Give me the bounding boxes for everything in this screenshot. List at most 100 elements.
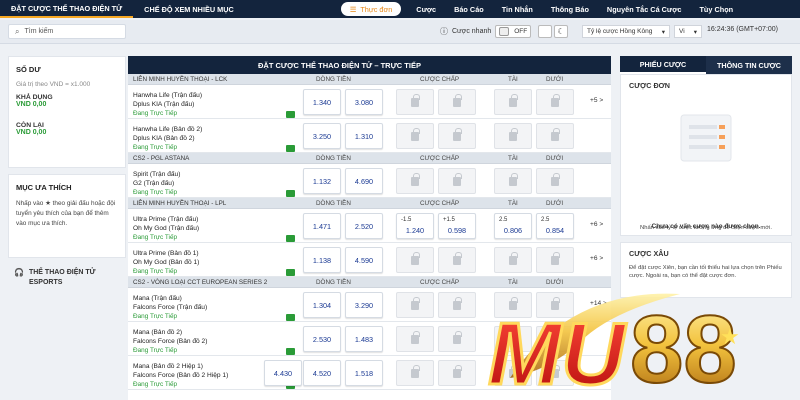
odds-button[interactable]: +1.5 0.598 <box>438 213 476 239</box>
top-navigation: ĐẶT CƯỢC THỂ THAO ĐIỆN TỬ CHẾ ĐỘ XEM NHI… <box>0 0 800 18</box>
odds-button[interactable]: 4.690 <box>345 168 383 194</box>
live-stream-icon[interactable] <box>286 269 295 276</box>
more-markets-link[interactable]: +5 > <box>590 97 603 104</box>
menu-icon: ☰ <box>349 4 357 14</box>
league-header[interactable]: CS2 - PGL ASTANA DÒNG TIỀN CƯỢC CHẤP TÀI DƯỚ… <box>128 153 611 164</box>
locked-odds <box>494 247 532 273</box>
favorites-title: MỤC ƯA THÍCH <box>16 183 72 192</box>
handicap-line: 2.5 <box>541 217 550 223</box>
locked-odds <box>536 247 574 273</box>
lock-icon <box>411 172 420 186</box>
league-name: CS2 - PGL ASTANA <box>133 154 190 162</box>
balance-title: SỐ DƯ <box>16 65 41 74</box>
nav-reports[interactable]: Báo Cáo <box>445 5 493 14</box>
odds-button[interactable]: 4.430 <box>264 360 302 386</box>
search-input[interactable]: ⌕ Tìm kiếm <box>8 24 126 39</box>
locked-odds <box>396 292 434 318</box>
column-header: DƯỚI <box>546 199 564 207</box>
clock: 16:24:36 (GMT+07:00) <box>707 26 779 33</box>
odds-button[interactable]: 3.290 <box>345 292 383 318</box>
odds-button[interactable]: 1.132 <box>303 168 341 194</box>
single-bet-hint: Nhấn vào tỷ lệ cược tương ứng để chọn cư… <box>640 225 772 231</box>
quick-bet-toggle[interactable]: OFF <box>495 25 532 38</box>
nav-rules[interactable]: Nguyên Tắc Cá Cược <box>598 5 691 14</box>
league-header[interactable]: LIÊN MINH HUYỀN THOẠI - LPL DÒNG TIỀN CƯỢC… <box>128 198 611 209</box>
single-bet-card: CƯỢC ĐƠN Chưa có vấn cược nào được chọn. <box>620 74 792 236</box>
quick-bet: ⓘ Cược nhanh OFF <box>440 25 532 38</box>
league-header[interactable]: LIÊN MINH HUYỀN THOẠI - LCK DÒNG TIỀN CƯỢC… <box>128 74 611 85</box>
language-select[interactable]: Vi ▾ <box>674 25 702 38</box>
odds-button[interactable]: 2.5 0.854 <box>536 213 574 239</box>
toggle-knob <box>499 27 510 36</box>
odds-button[interactable]: 4.520 <box>303 360 341 386</box>
lock-icon <box>411 296 420 310</box>
toolbar: ⌕ Tìm kiếm ⓘ Cược nhanh OFF ☾ Tỷ lệ cược… <box>0 20 800 44</box>
live-stream-icon[interactable] <box>286 145 295 152</box>
more-markets-link[interactable]: +6 > <box>590 255 603 262</box>
lock-icon <box>453 251 462 265</box>
remaining-label: CÒN LẠI <box>16 122 44 129</box>
odds-button[interactable]: 1.471 <box>303 213 341 239</box>
live-stream-icon[interactable] <box>286 348 295 355</box>
live-stream-icon[interactable] <box>286 111 295 118</box>
odds-button[interactable]: 1.483 <box>345 326 383 352</box>
nav-notices[interactable]: Thông Báo <box>542 5 598 14</box>
tab-esports-betting[interactable]: ĐẶT CƯỢC THỂ THAO ĐIỆN TỬ <box>0 0 134 18</box>
odds-format-select[interactable]: Tỷ lệ cược Hồng Kông ▾ <box>582 25 670 38</box>
match-teams: Ultra Prime (Bản đồ 1) Oh My God (Bản đồ … <box>133 249 199 267</box>
team-two: Dplus KIA (Trận đấu) <box>133 101 195 108</box>
team-one: Mana (Bản đồ 2 Hiệp 1) <box>133 363 204 370</box>
theme-switch: ☾ <box>538 25 568 38</box>
menu-button[interactable]: ☰ Thực đơn <box>340 2 402 16</box>
match-teams: Spirit (Trận đấu) G2 (Trận đấu) <box>133 170 180 188</box>
odds-button[interactable]: 1.304 <box>303 292 341 318</box>
column-header: CƯỢC CHẤP <box>420 154 460 162</box>
lock-icon <box>453 127 462 141</box>
lock-icon <box>453 296 462 310</box>
column-header: TÀI <box>508 75 518 83</box>
mu88-logo: MU 88 ★ <box>487 293 740 400</box>
team-one: Ultra Prime (Bản đồ 1) <box>133 250 199 257</box>
tab-bet-info[interactable]: THÔNG TIN CƯỢC <box>706 56 792 74</box>
locked-odds <box>438 123 476 149</box>
odds-button[interactable]: 1.518 <box>345 360 383 386</box>
live-status: Đang Trực Tiếp <box>133 347 178 354</box>
odds-button[interactable]: 1.138 <box>303 247 341 273</box>
team-two: Dplus KIA (Bản đồ 2) <box>133 135 195 142</box>
esports-link[interactable]: 🎧 THỂ THAO ĐIỆN TỬ ESPORTS <box>8 264 126 292</box>
locked-odds <box>396 326 434 352</box>
light-theme-icon[interactable] <box>538 25 552 38</box>
tab-betslip[interactable]: PHIẾU CƯỢC <box>620 56 706 74</box>
match-teams: Ultra Prime (Trận đấu) Oh My God (Trận đấ… <box>133 215 199 233</box>
column-header: DÒNG TIỀN <box>316 75 351 83</box>
odds-button[interactable]: 2.530 <box>303 326 341 352</box>
odds-button[interactable]: 4.590 <box>345 247 383 273</box>
match-row: Hanwha Life (Bản đồ 2) Dplus KIA (Bản đồ … <box>128 119 611 153</box>
odds-button[interactable]: -1.5 1.240 <box>396 213 434 239</box>
odds-button[interactable]: 2.5 0.806 <box>494 213 532 239</box>
live-stream-icon[interactable] <box>286 190 295 197</box>
lock-icon <box>551 251 560 265</box>
lock-icon <box>411 330 420 344</box>
center-title: ĐẶT CƯỢC THỂ THAO ĐIỆN TỬ – TRỰC TIẾP <box>128 56 611 74</box>
lock-icon <box>551 172 560 186</box>
odds-button[interactable]: 3.250 <box>303 123 341 149</box>
live-status: Đang Trực Tiếp <box>133 234 178 241</box>
odds-button[interactable]: 3.080 <box>345 89 383 115</box>
quick-bet-label: Cược nhanh <box>452 28 492 35</box>
odds-value: 0.598 <box>447 226 467 235</box>
live-stream-icon[interactable] <box>286 235 295 242</box>
nav-options[interactable]: Tùy Chọn <box>690 5 742 14</box>
locked-odds <box>536 89 574 115</box>
odds-button[interactable]: 1.340 <box>303 89 341 115</box>
more-markets-link[interactable]: +6 > <box>590 221 603 228</box>
nav-bets[interactable]: Cược <box>407 5 445 14</box>
left-panel: SỐ DƯ Giá trị theo VND = x1.000 KHẢ DỤNG… <box>8 56 126 292</box>
tab-multi-view[interactable]: CHẾ ĐỘ XEM NHIỀU MỤC <box>133 0 245 18</box>
moon-icon[interactable]: ☾ <box>554 25 568 38</box>
odds-button[interactable]: 2.520 <box>345 213 383 239</box>
nav-messages[interactable]: Tin Nhắn <box>493 5 542 14</box>
odds-button[interactable]: 1.310 <box>345 123 383 149</box>
handicap-line: +1.5 <box>443 217 455 223</box>
live-stream-icon[interactable] <box>286 314 295 321</box>
